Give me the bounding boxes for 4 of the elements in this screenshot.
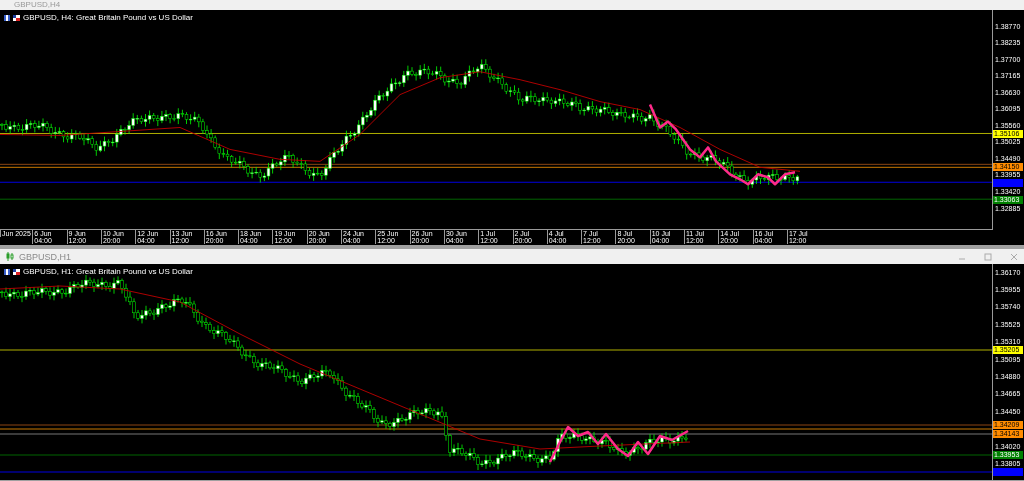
chart-caption: GBPUSD, H1: Great Britain Pound vs US Dollar	[23, 267, 193, 276]
chart-caption: GBPUSD, H4: Great Britain Pound vs US Dollar	[23, 13, 193, 22]
window-title: GBPUSD,H1	[19, 251, 72, 262]
window-title: GBPUSD,H4	[14, 0, 61, 10]
